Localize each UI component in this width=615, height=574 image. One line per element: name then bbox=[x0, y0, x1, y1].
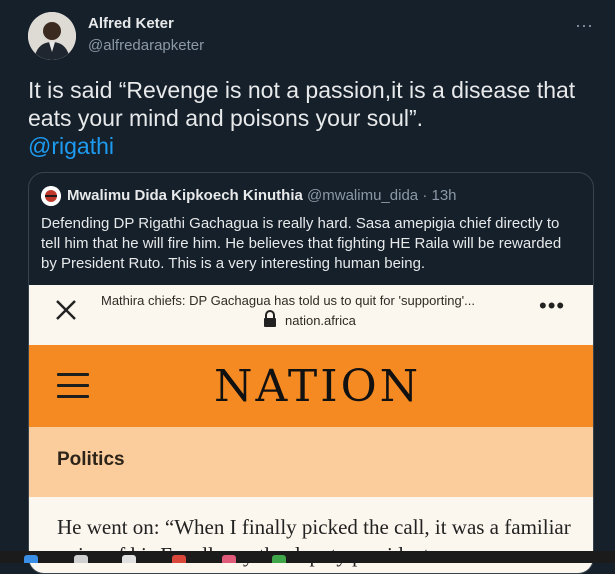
app-icon-green[interactable] bbox=[272, 555, 286, 563]
more-dots-icon: ••• bbox=[539, 293, 566, 318]
page-title: Mathira chiefs: DP Gachagua has told us … bbox=[101, 293, 475, 308]
attached-image[interactable]: Mathira chiefs: DP Gachagua has told us … bbox=[29, 285, 593, 573]
mention-link[interactable]: @rigathi bbox=[28, 132, 114, 160]
lock-icon bbox=[264, 310, 276, 327]
author-handle[interactable]: @alfredarapketer bbox=[88, 37, 204, 54]
page-url: nation.africa bbox=[285, 313, 356, 328]
start-icon[interactable] bbox=[24, 555, 38, 563]
quoted-author-handle: @mwalimu_dida bbox=[307, 187, 419, 204]
quoted-text: Defending DP Rigathi Gachagua is really … bbox=[41, 215, 562, 272]
section-label: Politics bbox=[57, 449, 125, 470]
more-options-icon[interactable]: ··· bbox=[568, 14, 600, 36]
browser-bar: Mathira chiefs: DP Gachagua has told us … bbox=[29, 285, 593, 345]
nation-header: NATION bbox=[29, 345, 593, 427]
nation-logo: NATION bbox=[214, 361, 422, 412]
app-icon[interactable] bbox=[222, 555, 236, 563]
author-name[interactable]: Alfred Keter bbox=[88, 15, 174, 32]
quoted-author-avatar bbox=[41, 186, 61, 206]
author-avatar[interactable] bbox=[28, 12, 76, 60]
close-icon bbox=[56, 300, 76, 320]
quoted-header: Mwalimu Dida Kipkoech Kinuthia @mwalimu_… bbox=[67, 187, 457, 204]
quoted-author-name: Mwalimu Dida Kipkoech Kinuthia bbox=[67, 187, 303, 204]
quoted-separator: · bbox=[422, 187, 428, 204]
chrome-icon[interactable] bbox=[172, 555, 186, 563]
hamburger-menu-icon bbox=[57, 373, 89, 399]
section-bar: Politics bbox=[29, 427, 593, 497]
search-icon[interactable] bbox=[74, 555, 88, 563]
quoted-tweet[interactable]: Mwalimu Dida Kipkoech Kinuthia @mwalimu_… bbox=[28, 172, 594, 574]
tweet-text: It is said “Revenge is not a passion,it … bbox=[28, 77, 576, 131]
taskbar bbox=[0, 551, 615, 563]
taskview-icon[interactable] bbox=[122, 555, 136, 563]
tweet: Alfred Keter @alfredarapketer ··· It is … bbox=[0, 0, 615, 574]
quoted-timestamp: 13h bbox=[431, 187, 457, 204]
